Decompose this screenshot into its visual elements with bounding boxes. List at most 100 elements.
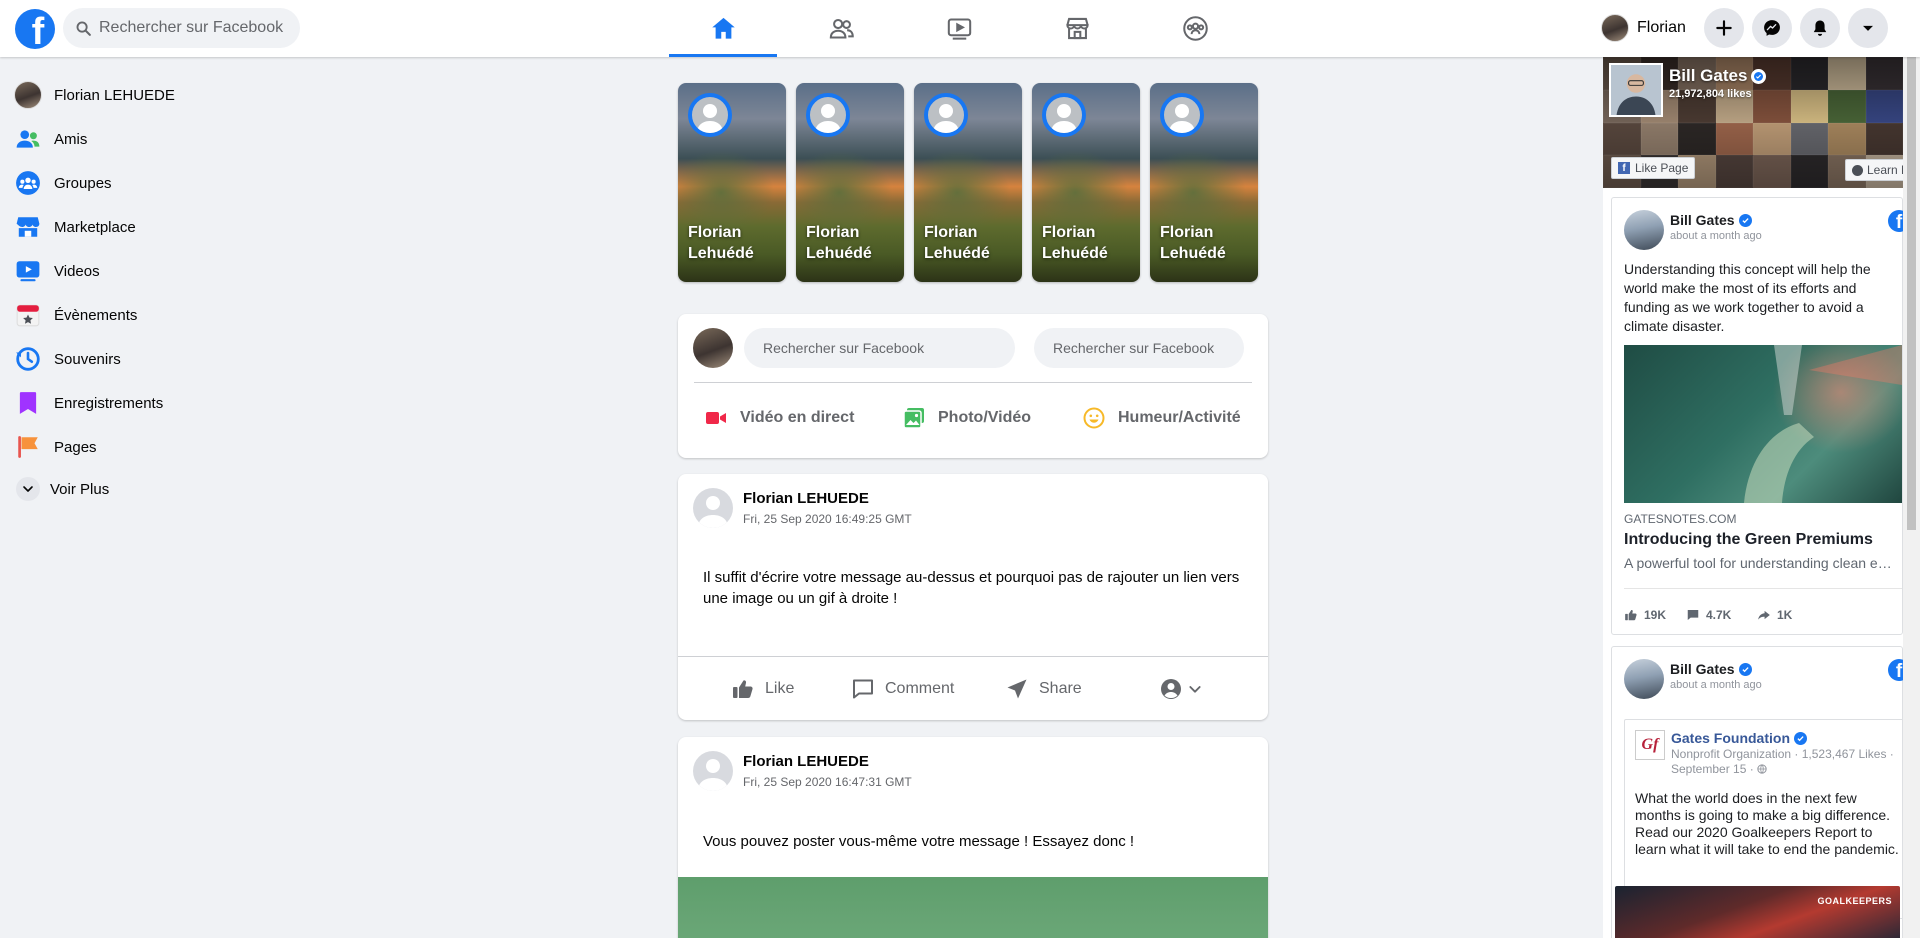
story-card[interactable]: Florian Lehuédé xyxy=(1150,83,1258,282)
notifications-button[interactable] xyxy=(1800,8,1840,48)
sidebar-item-label: Marketplace xyxy=(54,218,136,236)
page-scrollbar[interactable] xyxy=(1903,0,1920,938)
thumbs-up-icon xyxy=(733,680,753,698)
tab-watch[interactable] xyxy=(905,0,1013,57)
like-page-button[interactable]: f Like Page xyxy=(1611,157,1696,179)
sidebar-item-enregistrements[interactable]: Enregistrements xyxy=(14,385,334,421)
photo-video-button[interactable]: Photo/Vidéo xyxy=(902,400,1031,436)
feeling-activity-button[interactable]: Humeur/Activité xyxy=(1082,400,1241,436)
post-message: Understanding this concept will help the… xyxy=(1624,261,1871,334)
verified-badge-icon xyxy=(1738,213,1752,227)
comment-button[interactable]: Comment xyxy=(851,671,954,707)
story-card[interactable]: Florian Lehuédé xyxy=(914,83,1022,282)
bookmark-icon xyxy=(19,392,37,414)
audience-selector[interactable] xyxy=(1159,671,1203,707)
page-like-count: 21,972,804 likes xyxy=(1669,88,1752,100)
sidebar-item-marketplace[interactable]: Marketplace xyxy=(14,209,334,245)
share-count[interactable]: 1K xyxy=(1757,608,1792,622)
live-video-label: Vidéo en direct xyxy=(740,409,855,426)
sidebar-item-groupes[interactable]: Groupes xyxy=(14,165,334,201)
learn-more-label: Learn M xyxy=(1867,163,1903,177)
see-more-button[interactable]: Voir Plus xyxy=(14,471,334,507)
post-timestamp[interactable]: about a month ago xyxy=(1670,679,1762,691)
right-ad-column: Bill Gates 21,972,804 likes f Like Page … xyxy=(1603,57,1903,938)
facebook-square-icon: f xyxy=(1618,162,1630,174)
comment-label: Comment xyxy=(885,680,955,697)
like-button[interactable]: Like xyxy=(731,671,794,707)
composer-input[interactable]: Rechercher sur Facebook xyxy=(744,328,1015,368)
avatar xyxy=(806,93,850,137)
sidebar-item-souvenirs[interactable]: Souvenirs xyxy=(14,341,334,377)
live-video-button[interactable]: Vidéo en direct xyxy=(704,400,854,436)
learn-more-button[interactable]: Learn M xyxy=(1845,159,1903,181)
sidebar-item-amis[interactable]: Amis xyxy=(14,121,334,157)
goalkeepers-image[interactable]: GOALKEEPERS xyxy=(1615,886,1900,938)
tab-home[interactable] xyxy=(669,0,777,57)
profile-shortcut[interactable]: Florian xyxy=(1601,13,1686,43)
feed-post: Florian LEHUEDE Fri, 25 Sep 2020 16:47:3… xyxy=(678,737,1268,938)
sidebar-item-label: Groupes xyxy=(54,174,112,192)
gates-foundation-logo[interactable]: Gf xyxy=(1635,730,1665,760)
account-menu-button[interactable] xyxy=(1848,8,1888,48)
post-composer: Rechercher sur Facebook Rechercher sur F… xyxy=(678,314,1268,458)
story-card[interactable]: Florian Lehuédé xyxy=(678,83,786,282)
photo-icon xyxy=(903,408,924,429)
story-card[interactable]: Florian Lehuédé xyxy=(1032,83,1140,282)
composer-link-input[interactable]: Rechercher sur Facebook xyxy=(1034,328,1244,368)
messenger-button[interactable] xyxy=(1752,8,1792,48)
friends-icon xyxy=(829,18,854,39)
comment-icon xyxy=(1687,610,1699,620)
search-placeholder: Rechercher sur Facebook xyxy=(99,19,284,36)
post-timestamp[interactable]: about a month ago xyxy=(1670,230,1762,242)
facebook-logo-icon[interactable]: f xyxy=(1888,659,1903,681)
comment-count[interactable]: 4.7K xyxy=(1686,608,1731,622)
facebook-logo-icon[interactable]: f xyxy=(1888,210,1903,232)
scrollbar-thumb[interactable] xyxy=(1907,2,1916,530)
avatar[interactable] xyxy=(1624,210,1664,250)
groups-icon xyxy=(16,171,40,195)
share-arrow-icon xyxy=(1007,679,1027,699)
avatar[interactable] xyxy=(1624,659,1664,699)
thumbs-up-icon xyxy=(1625,609,1637,621)
page-profile-picture[interactable] xyxy=(1609,63,1663,117)
post-timestamp[interactable]: Fri, 25 Sep 2020 16:47:31 GMT xyxy=(743,775,912,789)
link-headline[interactable]: Introducing the Green Premiums xyxy=(1624,531,1873,549)
share-label: Share xyxy=(1039,680,1082,697)
sidebar-item-label: Enregistrements xyxy=(54,394,164,412)
create-button[interactable] xyxy=(1704,8,1744,48)
facebook-logo-icon[interactable]: f xyxy=(15,9,55,49)
sidebar-item-label: Amis xyxy=(54,130,88,148)
like-count[interactable]: 19K xyxy=(1624,608,1666,622)
post-author[interactable]: Bill Gates xyxy=(1670,661,1752,677)
events-icon xyxy=(16,304,40,327)
tab-friends[interactable] xyxy=(787,0,895,57)
post-author[interactable]: Bill Gates xyxy=(1670,212,1752,228)
post-timestamp[interactable]: Fri, 25 Sep 2020 16:49:25 GMT xyxy=(743,512,912,526)
page-name[interactable]: Bill Gates xyxy=(1669,66,1767,86)
post-image[interactable] xyxy=(678,877,1268,938)
plus-icon xyxy=(1716,20,1732,36)
share-button[interactable]: Share xyxy=(1005,671,1082,707)
sidebar-item-videos[interactable]: Videos xyxy=(14,253,334,289)
tab-marketplace[interactable] xyxy=(1023,0,1131,57)
shared-post-message: What the world does in the next few mont… xyxy=(1635,790,1899,857)
story-card[interactable]: Florian Lehuédé xyxy=(796,83,904,282)
sidebar-item-evenements[interactable]: Évènements xyxy=(14,297,334,333)
search-input[interactable]: Rechercher sur Facebook xyxy=(63,8,300,48)
tab-groups[interactable] xyxy=(1141,0,1249,57)
post-message: Il suffit d'écrire votre message au-dess… xyxy=(703,569,1240,607)
shared-page-name[interactable]: Gates Foundation xyxy=(1671,730,1807,746)
avatar xyxy=(688,93,732,137)
photo-video-label: Photo/Vidéo xyxy=(938,409,1032,426)
sidebar-item-pages[interactable]: Pages xyxy=(14,429,334,465)
avatar xyxy=(14,81,42,109)
feeling-activity-label: Humeur/Activité xyxy=(1118,409,1241,426)
post-author[interactable]: Florian LEHUEDE xyxy=(743,753,869,770)
story-author: Florian Lehuédé xyxy=(1160,224,1226,262)
page-plugin-banner[interactable]: Bill Gates 21,972,804 likes f Like Page … xyxy=(1603,57,1903,188)
sidebar-item-profile[interactable]: Florian LEHUEDE xyxy=(14,77,334,113)
link-domain[interactable]: GATESNOTES.COM xyxy=(1624,512,1736,526)
post-author[interactable]: Florian LEHUEDE xyxy=(743,490,869,507)
link-preview-image[interactable] xyxy=(1624,345,1902,503)
share-arrow-icon xyxy=(1758,610,1770,620)
